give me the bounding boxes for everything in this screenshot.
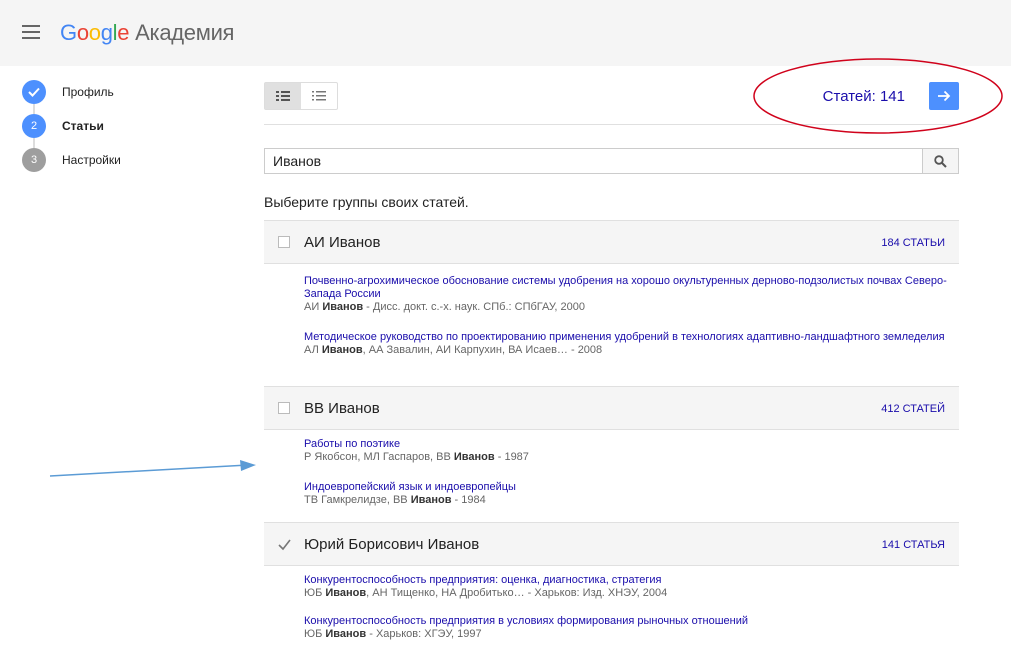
- setup-steps: Профиль 2 Статьи 3 Настройки: [22, 80, 242, 182]
- search-input[interactable]: [265, 149, 922, 173]
- group-checkbox-checked[interactable]: [278, 538, 291, 551]
- group-article-count[interactable]: 184 СТАТЬИ: [881, 237, 945, 249]
- search-icon: [934, 154, 947, 168]
- step-number: 2: [22, 114, 46, 138]
- hamburger-menu-icon[interactable]: [22, 25, 40, 39]
- article-item: Конкурентоспособность предприятия в усло…: [304, 615, 954, 641]
- article-title[interactable]: Почвенно-агрохимическое обоснование сист…: [304, 275, 954, 301]
- group-checkbox[interactable]: [278, 402, 290, 414]
- author-group-header[interactable]: Юрий Борисович Иванов 141 СТАТЬЯ: [264, 522, 959, 566]
- blue-pointer-arrow: [49, 464, 249, 477]
- article-meta: АИ Иванов - Дисс. докт. с.-х. наук. СПб.…: [304, 301, 585, 313]
- author-name: АИ Иванов: [304, 234, 381, 251]
- article-item: Методическое руководство по проектирован…: [304, 331, 954, 357]
- article-meta: ЮБ Иванов - Харьков: ХГЭУ, 1997: [304, 628, 482, 640]
- arrow-right-icon: [938, 90, 951, 102]
- article-title[interactable]: Индоевропейский язык и индоевропейцы: [304, 481, 954, 494]
- next-button[interactable]: [929, 82, 959, 110]
- arrowhead-icon: [240, 460, 256, 471]
- author-group-header[interactable]: АИ Иванов 184 СТАТЬИ: [264, 220, 959, 264]
- step-connector: [33, 104, 35, 114]
- top-app-bar: Google Академия: [0, 0, 1011, 66]
- article-title[interactable]: Методическое руководство по проектирован…: [304, 331, 954, 344]
- author-name: Юрий Борисович Иванов: [304, 536, 480, 553]
- grouped-view-icon[interactable]: [265, 83, 301, 109]
- instructions: Выберите группы своих статей.: [264, 194, 469, 210]
- checkmark-icon: [278, 539, 291, 551]
- article-meta: ТВ Гамкрелидзе, ВВ Иванов - 1984: [304, 494, 486, 506]
- step-profile[interactable]: Профиль: [22, 80, 242, 114]
- divider: [264, 124, 959, 125]
- step-connector: [33, 138, 35, 148]
- group-checkbox[interactable]: [278, 236, 290, 248]
- step-label: Профиль: [62, 85, 114, 99]
- article-item: Работы по поэтике Р Якобсон, МЛ Гаспаров…: [304, 438, 954, 464]
- google-scholar-logo[interactable]: Google Академия: [60, 20, 234, 46]
- step-label: Настройки: [62, 153, 121, 167]
- search-bar: [264, 148, 959, 174]
- article-meta: Р Якобсон, МЛ Гаспаров, ВВ Иванов - 1987: [304, 451, 529, 463]
- author-name: ВВ Иванов: [304, 400, 380, 417]
- step-label: Статьи: [62, 119, 104, 133]
- view-toggle: [264, 82, 338, 110]
- selected-articles-count: Статей: 141: [822, 88, 905, 105]
- google-wordmark: Google: [60, 20, 130, 45]
- article-item: Конкурентоспособность предприятия: оценк…: [304, 574, 954, 600]
- step-settings[interactable]: 3 Настройки: [22, 148, 242, 182]
- group-article-count[interactable]: 141 СТАТЬЯ: [882, 539, 945, 551]
- list-view-icon[interactable]: [301, 83, 337, 109]
- article-title[interactable]: Конкурентоспособность предприятия в усло…: [304, 615, 954, 628]
- product-name: Академия: [135, 20, 235, 45]
- step-articles[interactable]: 2 Статьи: [22, 114, 242, 148]
- article-title[interactable]: Работы по поэтике: [304, 438, 954, 451]
- search-button[interactable]: [922, 149, 958, 173]
- author-group-header[interactable]: ВВ Иванов 412 СТАТЕЙ: [264, 386, 959, 430]
- article-meta: ЮБ Иванов, АН Тищенко, НА Дробитько… - Х…: [304, 587, 668, 599]
- step-done-check-icon: [22, 80, 46, 104]
- article-meta: АЛ Иванов, АА Завалин, АИ Карпухин, ВА И…: [304, 344, 603, 356]
- article-item: Почвенно-агрохимическое обоснование сист…: [304, 275, 954, 314]
- step-number: 3: [22, 148, 46, 172]
- article-title[interactable]: Конкурентоспособность предприятия: оценк…: [304, 574, 954, 587]
- group-article-count[interactable]: 412 СТАТЕЙ: [881, 403, 945, 415]
- article-item: Индоевропейский язык и индоевропейцы ТВ …: [304, 481, 954, 507]
